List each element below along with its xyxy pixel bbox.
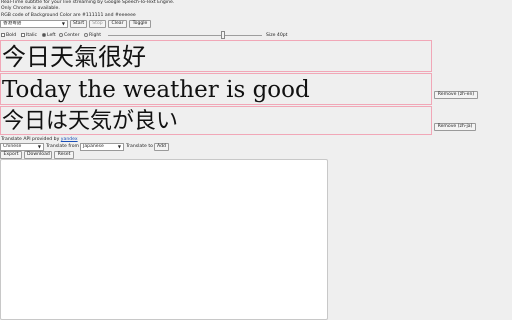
align-center-label: Center [64,33,80,38]
toggle-button[interactable]: Toggle [129,20,151,28]
align-center-option[interactable]: Center [59,33,79,39]
background-color-note: RGB code of Background Color are #111111… [1,13,136,18]
chevron-down-icon: ▼ [117,144,121,149]
bold-option[interactable]: Bold [1,33,16,39]
translate-to-label: Translate to [126,144,153,149]
align-left-radio[interactable] [42,33,46,37]
remove-zh-ja-button[interactable]: Remove (zh-ja) [434,123,476,131]
subtitle-panel-original: 今日天氣很好 [0,40,432,72]
recognition-language-select[interactable]: 香港粵語 ▼ [0,20,68,28]
remove-zh-en-button[interactable]: Remove (zh-en) [434,91,478,99]
download-button[interactable]: Download [24,151,52,159]
chevron-down-icon: ▼ [37,144,41,149]
reset-button[interactable]: Reset [54,151,74,159]
bold-label: Bold [6,33,17,38]
start-button[interactable]: Start [70,20,87,28]
translate-from-label: Translate from [46,144,80,149]
italic-option[interactable]: Italic [21,33,37,39]
font-size-label: Size 40pt [266,33,288,38]
subtitle-text-english: Today the weather is good [2,77,310,103]
align-right-radio[interactable] [84,33,88,37]
translate-api-prefix: Translate API provided by [1,137,60,142]
align-left-label: Left [47,33,56,38]
app-description: Real-Time subtitle for your live streami… [1,0,175,5]
subtitle-panel-japanese: 今日は天気が良い [0,106,432,135]
chevron-down-icon: ▼ [61,21,65,26]
italic-checkbox[interactable] [21,33,25,37]
align-left-option[interactable]: Left [42,33,56,39]
subtitle-text-japanese: 今日は天気が良い [2,109,179,134]
recognition-language-value: 香港粵語 [3,21,22,26]
export-textarea[interactable] [0,159,328,320]
subtitle-text-original: 今日天氣很好 [2,43,146,71]
align-right-label: Right [89,33,102,38]
yandex-link[interactable]: yandex [61,137,78,142]
translate-from-select[interactable]: Japanese ▼ [80,143,124,151]
add-translation-button[interactable]: Add [154,143,169,151]
font-size-slider-handle[interactable] [221,31,225,39]
translate-from-value: Japanese [83,144,104,149]
browser-note: Only Chrome is available. [1,6,60,11]
translate-target-select[interactable]: Chinese ▼ [0,143,44,151]
translate-api-credit: Translate API provided by yandex [1,137,78,143]
stop-button[interactable]: Stop [89,20,106,28]
font-size-slider-track[interactable] [108,35,262,36]
align-center-radio[interactable] [59,33,63,37]
subtitle-panel-english: Today the weather is good [0,73,432,105]
align-right-option[interactable]: Right [84,33,101,39]
translate-target-value: Chinese [3,144,22,149]
export-button[interactable]: Export [0,151,22,159]
bold-checkbox[interactable] [1,33,5,37]
clear-button[interactable]: Clear [108,20,127,28]
italic-label: Italic [26,33,38,38]
